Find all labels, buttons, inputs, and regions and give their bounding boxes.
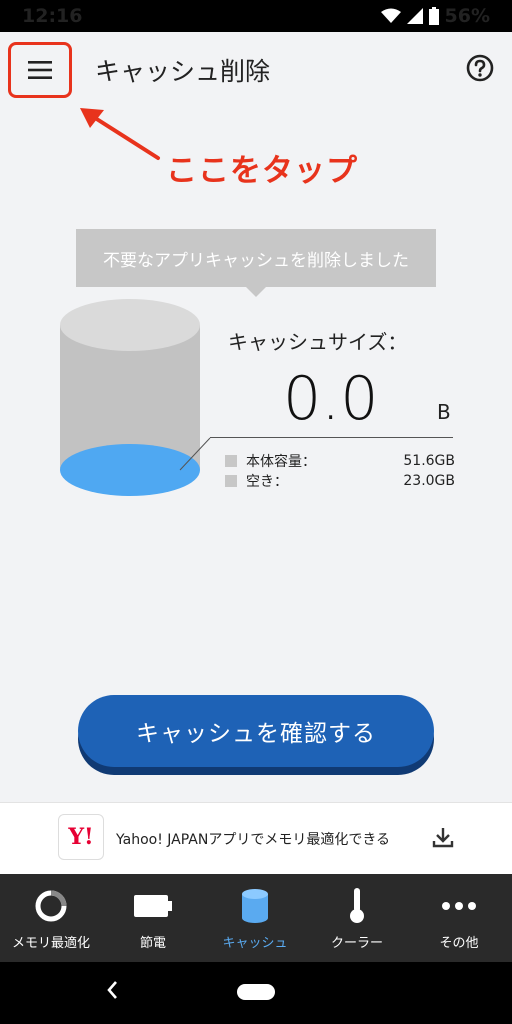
check-cache-button[interactable]: キャッシュを確認する	[78, 695, 434, 767]
hamburger-menu-icon	[28, 61, 52, 79]
toast-tail	[246, 287, 266, 297]
nav-label: メモリ最適化	[11, 936, 90, 951]
battery-icon	[134, 895, 172, 917]
ad-text[interactable]: Yahoo! JAPANアプリでメモリ最適化できる	[116, 829, 390, 849]
memory-ring-icon	[35, 890, 67, 922]
cache-size-value: 0.0	[283, 364, 379, 434]
home-pill[interactable]	[237, 984, 275, 1000]
storage-free-label: 空き：	[246, 474, 288, 490]
nav-cache[interactable]: キャッシュ	[204, 874, 306, 962]
cache-size-unit: B	[437, 400, 451, 424]
storage-total-row: 本体容量： 51.6GB	[225, 451, 455, 471]
thermometer-icon	[350, 888, 364, 923]
signal-icon	[406, 8, 423, 24]
battery-status-icon	[428, 7, 439, 25]
cache-size-label: キャッシュサイズ：	[228, 330, 408, 354]
legend-square	[225, 475, 237, 487]
tap-here-annotation: ここをタップ	[166, 153, 358, 189]
battery-percent: 56%	[444, 5, 490, 27]
status-icons: 56%	[380, 5, 490, 27]
back-icon[interactable]	[104, 978, 120, 1002]
nav-label: その他	[439, 936, 479, 951]
menu-button[interactable]	[8, 42, 72, 98]
storage-free-row: 空き： 23.0GB	[225, 471, 455, 491]
divider	[210, 437, 453, 438]
nav-cooler[interactable]: クーラー	[306, 874, 408, 962]
more-dots-icon	[442, 902, 476, 910]
storage-free-value: 23.0GB	[403, 473, 455, 489]
cylinder-icon	[242, 889, 268, 923]
nav-more[interactable]: その他	[408, 874, 510, 962]
download-icon[interactable]	[432, 826, 454, 848]
toast-message: 不要なアプリキャッシュを削除しました	[76, 229, 436, 287]
help-circle-icon	[466, 54, 494, 82]
annotation-arrow-icon	[80, 108, 160, 160]
legend-square	[225, 455, 237, 467]
help-button[interactable]	[466, 54, 494, 82]
nav-label: キャッシュ	[222, 936, 288, 951]
storage-total-value: 51.6GB	[403, 453, 455, 469]
yahoo-logo: Y!	[58, 814, 104, 860]
storage-total-label: 本体容量：	[246, 454, 316, 470]
cylinder-leader-line	[179, 437, 211, 471]
nav-label: クーラー	[330, 936, 383, 951]
nav-power-saving[interactable]: 節電	[102, 874, 204, 962]
status-time: 12:16	[22, 5, 83, 27]
cache-cylinder-graphic	[60, 299, 200, 496]
page-title: キャッシュ削除	[95, 57, 271, 86]
nav-memory-optimize[interactable]: メモリ最適化	[0, 874, 102, 962]
wifi-icon	[380, 8, 401, 23]
nav-label: 節電	[139, 936, 166, 951]
